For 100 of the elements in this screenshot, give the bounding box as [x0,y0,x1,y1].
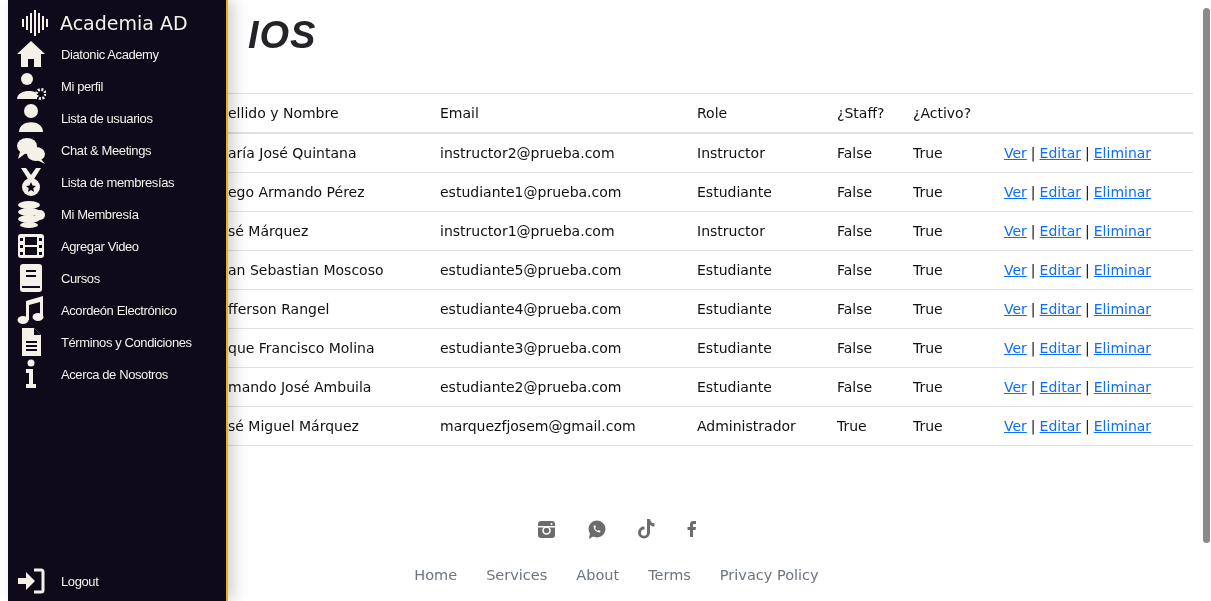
separator: | [1085,418,1090,434]
table-cell: False [837,250,913,290]
sidebar-item[interactable]: Lista de membresías [8,166,226,198]
action-link[interactable]: Ver [1004,145,1027,161]
table-cell: False [837,211,913,251]
table-cell: False [837,367,913,407]
logout-icon [16,566,46,596]
logout-item[interactable]: Logout [8,565,226,597]
sidebar-item[interactable]: Acordeón Electrónico [8,294,226,326]
whatsapp-icon[interactable] [586,519,606,539]
action-link[interactable]: Editar [1039,184,1082,200]
separator: | [1030,301,1036,317]
table-cell: Administrador [697,406,837,446]
table-cell: True [913,211,1004,251]
action-link[interactable]: Ver [1004,340,1027,356]
action-link[interactable]: Eliminar [1093,262,1152,278]
table-cell: False [837,328,913,368]
table-cell: False [837,172,913,212]
page-title: IOS [248,14,317,57]
separator: | [1085,223,1090,239]
action-link[interactable]: Editar [1039,301,1082,317]
music-note-icon [16,295,46,325]
table-cell: Instructor [697,211,837,251]
separator: | [1030,184,1036,200]
instagram-icon[interactable] [537,520,555,538]
table-cell: Estudiante [697,250,837,290]
table-cell: instructor1@prueba.com [440,211,697,251]
user-gear-icon [16,71,46,101]
action-link[interactable]: Eliminar [1093,418,1152,434]
action-link[interactable]: Eliminar [1093,379,1152,395]
table-cell: estudiante3@prueba.com [440,328,697,368]
sidebar-item[interactable]: Términos y Condiciones [8,326,226,358]
tiktok-icon[interactable] [637,519,655,539]
footer-link[interactable]: Terms [648,567,691,583]
action-link[interactable]: Ver [1004,184,1027,200]
chat-icon [16,135,46,165]
action-link[interactable]: Eliminar [1093,340,1152,356]
table-cell: sé Miguel Márquez [228,406,440,446]
sidebar-item[interactable]: Agregar Video [8,230,226,262]
table-cell: True [913,250,1004,290]
separator: | [1085,262,1090,278]
action-link[interactable]: Editar [1039,223,1082,239]
action-link[interactable]: Editar [1039,145,1082,161]
sidebar-item[interactable]: Mi perfil [8,70,226,102]
sidebar-item[interactable]: Lista de usuarios [8,102,226,134]
table-cell: True [913,133,1004,173]
action-link[interactable]: Ver [1004,379,1027,395]
sidebar-item[interactable]: Diatonic Academy [8,38,226,70]
separator: | [1085,340,1090,356]
separator: | [1030,418,1036,434]
column-header: Email [440,93,697,133]
user-icon [16,103,46,133]
separator: | [1030,340,1036,356]
table-cell: False [837,133,913,173]
separator: | [1085,184,1090,200]
film-icon [16,231,46,261]
separator: | [1085,379,1090,395]
table-cell: instructor2@prueba.com [440,133,697,173]
action-link[interactable]: Editar [1039,340,1082,356]
table-cell: estudiante2@prueba.com [440,367,697,407]
action-link[interactable]: Ver [1004,262,1027,278]
table-cell: estudiante4@prueba.com [440,289,697,329]
table-cell: estudiante5@prueba.com [440,250,697,290]
sidebar-item[interactable]: Cursos [8,262,226,294]
footer-link[interactable]: Services [486,567,548,583]
facebook-icon[interactable] [686,521,696,537]
column-header: ¿Staff? [837,93,913,133]
column-header: ¿Activo? [913,93,1004,133]
separator: | [1030,223,1036,239]
action-link[interactable]: Ver [1004,418,1027,434]
separator: | [1030,262,1036,278]
action-link[interactable]: Eliminar [1093,223,1152,239]
sidebar-item[interactable]: Mi Membresía [8,198,226,230]
action-link[interactable]: Editar [1039,379,1082,395]
action-link[interactable]: Eliminar [1093,184,1152,200]
table-cell: Estudiante [697,367,837,407]
action-link[interactable]: Eliminar [1093,145,1152,161]
table-cell: marquezfjosem@gmail.com [440,406,697,446]
separator: | [1085,145,1090,161]
sidebar-item[interactable]: Chat & Meetings [8,134,226,166]
separator: | [1030,379,1036,395]
table-cell: Instructor [697,133,837,173]
column-header: Role [697,93,837,133]
action-link[interactable]: Editar [1039,418,1082,434]
action-link[interactable]: Ver [1004,223,1027,239]
scrollbar[interactable] [1203,8,1210,543]
coins-icon [16,199,46,229]
table-cell: Estudiante [697,289,837,329]
table-cell: Estudiante [697,328,837,368]
action-link[interactable]: Eliminar [1093,301,1152,317]
action-link[interactable]: Editar [1039,262,1082,278]
footer-link[interactable]: Home [414,567,458,583]
action-link[interactable]: Ver [1004,301,1027,317]
sidebar-item[interactable]: Acerca de Nosotros [8,358,226,390]
separator: | [1030,145,1036,161]
footer-link[interactable]: About [576,567,620,583]
footer-link[interactable]: Privacy Policy [719,567,819,583]
table-cell: True [913,406,1004,446]
table-cell: True [913,172,1004,212]
home-icon [16,39,46,69]
